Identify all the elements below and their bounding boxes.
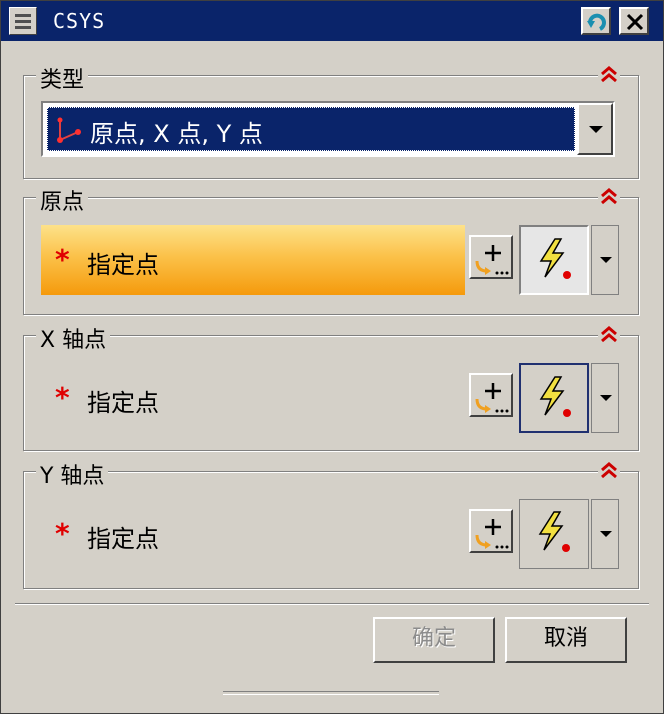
origin-specify-point-row[interactable]: * 指定点	[41, 225, 465, 295]
x-specify-point-row[interactable]: * 指定点	[41, 363, 465, 433]
collapse-icon[interactable]	[598, 186, 620, 208]
lightning-point-icon	[538, 511, 570, 552]
required-marker: *	[55, 243, 70, 276]
inferred-point-button[interactable]	[519, 363, 589, 433]
required-marker: *	[55, 381, 70, 414]
close-icon	[626, 13, 644, 31]
specify-point-label: 指定点	[87, 389, 159, 417]
x-axis-group-title: X 轴点	[36, 322, 111, 354]
inferred-point-button[interactable]	[519, 225, 589, 295]
close-button[interactable]	[619, 7, 649, 35]
point-dialog-button[interactable]	[469, 373, 513, 417]
chevron-down-icon[interactable]	[591, 363, 619, 433]
ok-button[interactable]: 确定	[373, 617, 495, 663]
csys-origin-xy-icon	[57, 117, 81, 143]
lightning-point-icon	[539, 376, 571, 417]
collapse-icon[interactable]	[598, 64, 620, 86]
point-dialog-button[interactable]	[469, 235, 513, 279]
chevron-down-icon[interactable]	[591, 499, 619, 569]
collapse-icon[interactable]	[598, 460, 620, 482]
type-dropdown-value: 原点, X 点, Y 点	[90, 120, 263, 148]
cancel-button[interactable]: 取消	[505, 617, 627, 663]
resize-grip[interactable]	[223, 691, 439, 695]
back-arrow-icon[interactable]	[581, 7, 611, 35]
window-title: CSYS	[53, 9, 106, 33]
chevron-down-icon[interactable]	[577, 103, 613, 155]
chevron-down-icon[interactable]	[591, 225, 619, 295]
point-dialog-button[interactable]	[469, 509, 513, 553]
inferred-point-button[interactable]	[519, 499, 589, 569]
type-group-title: 类型	[36, 62, 89, 94]
specify-point-label: 指定点	[87, 525, 159, 553]
lightning-point-icon	[539, 238, 571, 279]
point-constructor-icon	[475, 383, 509, 413]
title-bar[interactable]: CSYS	[1, 1, 663, 41]
y-axis-group-title: Y 轴点	[36, 458, 109, 490]
collapse-icon[interactable]	[598, 324, 620, 346]
type-dropdown[interactable]: 原点, X 点, Y 点	[41, 101, 615, 157]
specify-point-label: 指定点	[87, 251, 159, 279]
origin-group-title: 原点	[36, 184, 89, 216]
type-dropdown-selection: 原点, X 点, Y 点	[47, 107, 575, 151]
y-specify-point-row[interactable]: * 指定点	[41, 499, 465, 569]
point-constructor-icon	[475, 519, 509, 549]
separator	[15, 603, 649, 605]
csys-dialog: CSYS 类型 原点, X 点, Y 点 原点 * 指定点 X 轴点 * 指定点…	[0, 0, 664, 714]
menu-icon[interactable]	[9, 7, 37, 35]
point-constructor-icon	[475, 245, 509, 275]
required-marker: *	[55, 517, 70, 550]
